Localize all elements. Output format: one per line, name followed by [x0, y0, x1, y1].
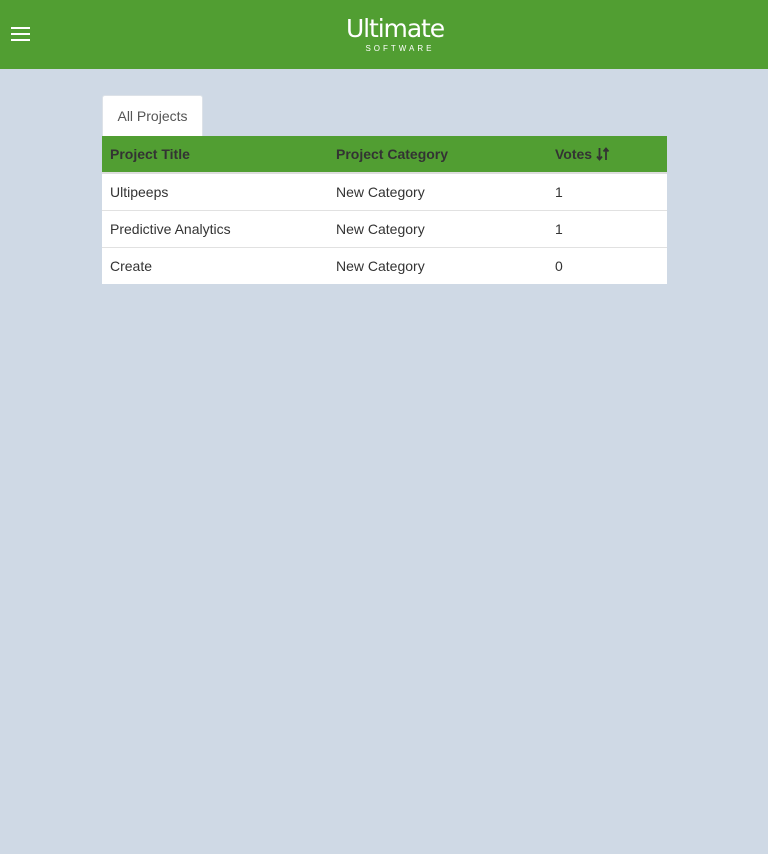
table-header: Project Title Project Category Votes: [102, 136, 667, 174]
projects-table: Project Title Project Category Votes Ult…: [102, 136, 667, 284]
project-category-cell: New Category: [336, 258, 425, 274]
column-header-project-category[interactable]: Project Category: [336, 136, 448, 172]
tab-all-projects[interactable]: All Projects: [102, 95, 203, 136]
logo-subtitle: SOFTWARE: [365, 44, 435, 53]
sort-icon[interactable]: [596, 146, 610, 161]
project-title-cell: Ultipeeps: [110, 184, 169, 200]
votes-cell: 0: [555, 258, 563, 274]
table-row[interactable]: Create New Category 0: [102, 248, 667, 284]
votes-header-label: Votes: [555, 146, 593, 162]
project-category-cell: New Category: [336, 184, 425, 200]
ultimate-software-logo: Ultimate SOFTWARE: [342, 14, 448, 56]
hamburger-icon[interactable]: [10, 23, 32, 45]
project-category-cell: New Category: [336, 221, 425, 237]
column-header-votes[interactable]: Votes: [555, 136, 610, 172]
project-title-cell: Predictive Analytics: [110, 221, 231, 237]
column-header-project-title[interactable]: Project Title: [110, 136, 190, 172]
votes-cell: 1: [555, 221, 563, 237]
logo-word: Ultimate: [345, 14, 445, 43]
table-row[interactable]: Ultipeeps New Category 1: [102, 174, 667, 211]
top-header: Ultimate SOFTWARE: [0, 0, 768, 69]
table-row[interactable]: Predictive Analytics New Category 1: [102, 211, 667, 248]
project-title-cell: Create: [110, 258, 153, 274]
votes-cell: 1: [555, 184, 563, 200]
